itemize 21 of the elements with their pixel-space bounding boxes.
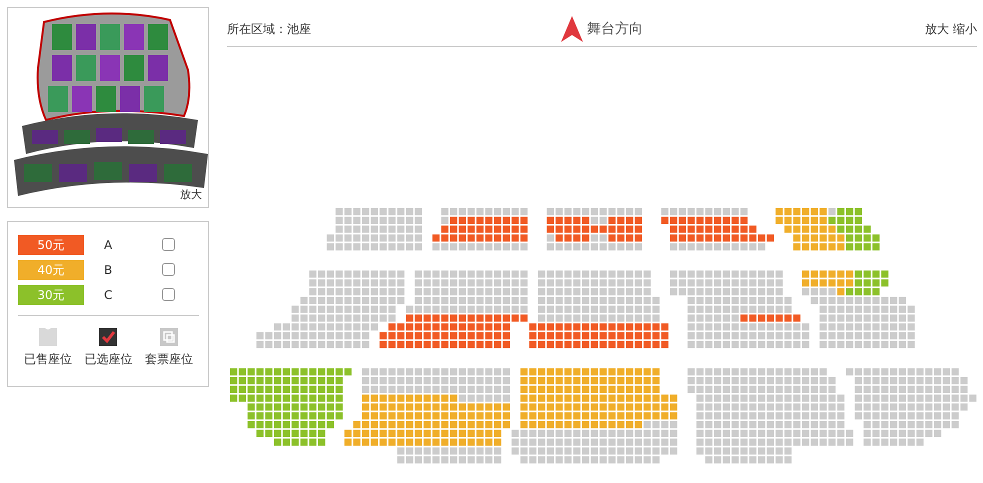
sold-seat-icon bbox=[39, 328, 58, 346]
legend-label: 已选座位 bbox=[84, 351, 132, 368]
area-label: 所在区域：池座 bbox=[227, 21, 312, 38]
price-code: A bbox=[103, 236, 114, 254]
price-checkbox[interactable] bbox=[162, 288, 175, 301]
zoom-in-link[interactable]: 放大 bbox=[925, 20, 949, 38]
price-checkbox[interactable] bbox=[162, 263, 175, 276]
price-tag: 50元 bbox=[18, 234, 84, 254]
zoom-in-link[interactable]: 放大 bbox=[180, 186, 202, 203]
price-tag: 40元 bbox=[18, 260, 84, 280]
price-tag: 30元 bbox=[18, 284, 84, 304]
stage-direction-label: 舞台方向 bbox=[587, 20, 643, 38]
package-seat-icon bbox=[160, 328, 178, 346]
price-code: B bbox=[103, 262, 114, 278]
price-code: C bbox=[103, 286, 114, 304]
legend-label: 套票座位 bbox=[144, 351, 193, 368]
selected-seat-icon bbox=[99, 328, 118, 346]
stage-direction-icon bbox=[561, 16, 583, 42]
price-checkbox[interactable] bbox=[162, 238, 175, 251]
zoom-out-link[interactable]: 缩小 bbox=[953, 20, 977, 38]
legend-label: 已售座位 bbox=[24, 351, 72, 368]
